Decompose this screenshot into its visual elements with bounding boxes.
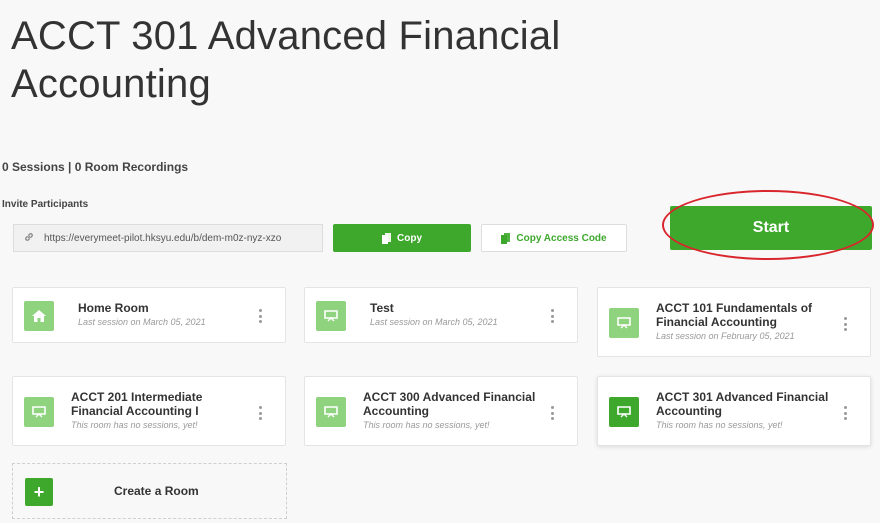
room-last-session: Last session on March 05, 2021 bbox=[370, 317, 498, 327]
room-card-test[interactable]: Test Last session on March 05, 2021 bbox=[304, 287, 578, 343]
room-options-icon[interactable] bbox=[844, 317, 848, 331]
room-card-acct-301[interactable]: ACCT 301 Advanced Financial Accounting T… bbox=[597, 376, 871, 446]
room-name: Test bbox=[370, 301, 394, 315]
invite-url-field[interactable]: https://everymeet-pilot.hksyu.edu/b/dem-… bbox=[13, 224, 323, 252]
copy-icon bbox=[501, 232, 511, 244]
room-stats: 0 Sessions | 0 Room Recordings bbox=[2, 160, 189, 174]
home-icon bbox=[24, 301, 54, 331]
create-room-card[interactable]: + Create a Room bbox=[12, 463, 287, 519]
room-name: Home Room bbox=[78, 301, 149, 315]
room-last-session: This room has no sessions, yet! bbox=[656, 420, 783, 430]
presentation-icon bbox=[316, 397, 346, 427]
room-title: ACCT 301 Advanced Financial Accounting bbox=[11, 14, 561, 106]
room-last-session: Last session on February 05, 2021 bbox=[656, 331, 795, 341]
room-name: ACCT 300 Advanced Financial Accounting bbox=[363, 390, 536, 418]
start-button-label: Start bbox=[752, 219, 790, 236]
room-last-session: Last session on March 05, 2021 bbox=[78, 317, 206, 327]
presentation-icon bbox=[609, 397, 639, 427]
copy-access-code-label: Copy Access Code bbox=[516, 232, 607, 244]
presentation-icon bbox=[609, 308, 639, 338]
invite-participants-label: Invite Participants bbox=[2, 199, 89, 210]
room-name: ACCT 301 Advanced Financial Accounting bbox=[656, 390, 829, 418]
copy-icon bbox=[382, 232, 391, 244]
create-room-label: Create a Room bbox=[114, 484, 199, 498]
room-card-home-room[interactable]: Home Room Last session on March 05, 2021 bbox=[12, 287, 286, 343]
room-options-icon[interactable] bbox=[259, 309, 263, 323]
start-button[interactable]: Start bbox=[670, 206, 872, 250]
presentation-icon bbox=[316, 301, 346, 331]
presentation-icon bbox=[24, 397, 54, 427]
room-name: ACCT 101 Fundamentals of Financial Accou… bbox=[656, 301, 813, 329]
link-icon bbox=[14, 231, 44, 246]
room-options-icon[interactable] bbox=[551, 309, 555, 323]
room-options-icon[interactable] bbox=[259, 406, 263, 420]
copy-button-label: Copy bbox=[397, 232, 422, 244]
room-last-session: This room has no sessions, yet! bbox=[363, 420, 490, 430]
room-card-acct-300[interactable]: ACCT 300 Advanced Financial Accounting T… bbox=[304, 376, 578, 446]
copy-button[interactable]: Copy bbox=[333, 224, 471, 252]
room-options-icon[interactable] bbox=[844, 406, 848, 420]
room-options-icon[interactable] bbox=[551, 406, 555, 420]
room-card-acct-101[interactable]: ACCT 101 Fundamentals of Financial Accou… bbox=[597, 287, 871, 357]
plus-icon: + bbox=[25, 478, 53, 506]
room-card-acct-201[interactable]: ACCT 201 Intermediate Financial Accounti… bbox=[12, 376, 286, 446]
room-last-session: This room has no sessions, yet! bbox=[71, 420, 198, 430]
invite-url-text: https://everymeet-pilot.hksyu.edu/b/dem-… bbox=[44, 232, 282, 244]
room-name: ACCT 201 Intermediate Financial Accounti… bbox=[71, 390, 203, 418]
copy-access-code-button[interactable]: Copy Access Code bbox=[481, 224, 627, 252]
